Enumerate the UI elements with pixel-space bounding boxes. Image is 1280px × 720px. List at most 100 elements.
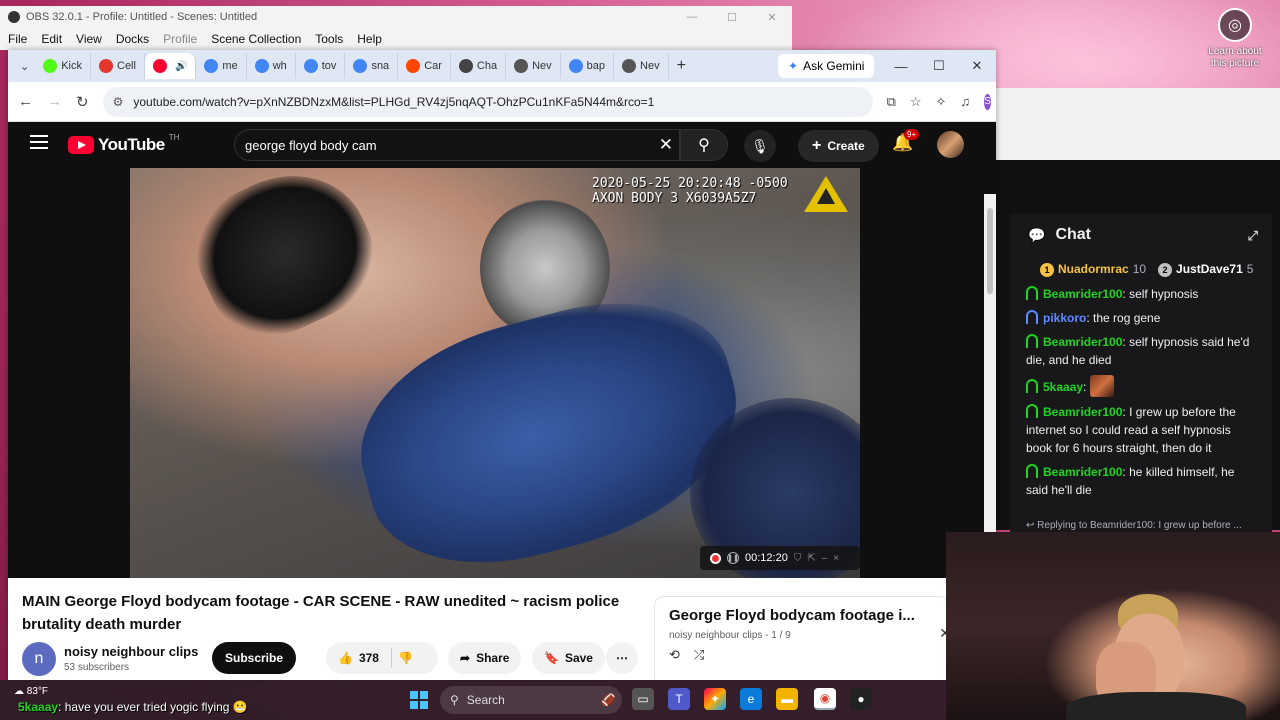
obs-menu-view[interactable]: View — [76, 32, 102, 46]
edge-icon[interactable]: e — [740, 688, 762, 710]
search-button[interactable]: ⚲ — [680, 129, 728, 161]
share-label: Share — [476, 651, 510, 665]
youtube-logo[interactable]: YouTube TH — [68, 133, 179, 155]
chrome-icon — [514, 59, 529, 73]
create-button[interactable]: + Create — [798, 130, 879, 162]
obs-menu-file[interactable]: File — [8, 32, 27, 46]
chat-username[interactable]: Beamrider100 — [1043, 287, 1122, 301]
browser-tab[interactable]: Cha — [451, 53, 507, 79]
chrome-close-button[interactable]: ✕ — [958, 50, 996, 82]
notifications-button[interactable]: 🔔 9+ — [892, 129, 920, 153]
back-button[interactable]: ← — [18, 93, 33, 110]
leaderboard-entry[interactable]: 2 JustDave71 5 — [1158, 262, 1253, 277]
chat-leaderboard: 1 Nuadormrac 10 2 JustDave71 5 — [1010, 256, 1272, 282]
subscribe-button[interactable]: Subscribe — [212, 642, 297, 674]
chrome-minimize-button[interactable]: — — [882, 50, 920, 82]
chat-username[interactable]: Beamrider100 — [1043, 335, 1122, 349]
browser-tab[interactable]: 🔊 — [144, 53, 197, 79]
obs-minimize-button[interactable]: — — [672, 11, 712, 24]
profile-avatar[interactable]: S — [984, 93, 991, 110]
browser-tab[interactable]: wh — [247, 53, 296, 79]
obs-menu-edit[interactable]: Edit — [41, 32, 62, 46]
chat-username[interactable]: 5kaaay — [1043, 380, 1083, 394]
chrome-window: ⌄ Kick Cell 🔊 me wh tov sna Car Cha Nev bap Nev + ✦… — [8, 50, 996, 680]
share-button[interactable]: ➦ Share — [448, 642, 522, 674]
obs-menu-help[interactable]: Help — [357, 32, 382, 46]
obs-menu-profile[interactable]: Profile — [163, 32, 197, 46]
teams-icon[interactable]: T — [668, 688, 690, 710]
ask-gemini-label: Ask Gemini — [803, 59, 865, 73]
video-player[interactable]: 2020-05-25 20:20:48 -0500 AXON BODY 3 X6… — [130, 168, 860, 578]
mic-small-icon[interactable]: ⛉ — [794, 553, 802, 564]
close-small-icon[interactable]: × — [833, 553, 839, 564]
account-avatar[interactable] — [937, 131, 964, 158]
obs-menu-scene-collection[interactable]: Scene Collection — [211, 32, 301, 46]
leaderboard-entry[interactable]: 1 Nuadormrac 10 — [1040, 262, 1146, 277]
chat-username[interactable]: pikkoro — [1043, 311, 1086, 325]
start-button[interactable] — [410, 691, 428, 709]
record-stop-icon[interactable] — [710, 552, 721, 564]
browser-tab[interactable]: Kick — [35, 53, 91, 79]
loop-icon[interactable]: ⟲ — [669, 647, 680, 663]
obs-close-button[interactable]: ✕ — [752, 11, 792, 24]
audio-playing-icon[interactable]: 🔊 — [175, 61, 187, 72]
weather-widget[interactable]: ☁ 83°F — [14, 686, 48, 697]
save-button[interactable]: 🔖 Save — [532, 642, 605, 674]
like-count[interactable]: 378 — [359, 651, 379, 665]
browser-tab[interactable]: Cell — [91, 53, 145, 79]
obs-taskbar-icon[interactable]: ● — [850, 688, 872, 710]
task-view-icon[interactable]: ▭ — [632, 688, 654, 710]
voice-search-button[interactable]: 🎙 — [744, 130, 776, 162]
playlist-title[interactable]: George Floyd bodycam footage i... — [669, 607, 929, 624]
google-lens-button[interactable]: ◎ Learn about this picture — [1200, 8, 1270, 78]
channel-avatar[interactable]: n — [22, 642, 56, 676]
obs-menu-docks[interactable]: Docks — [116, 32, 149, 46]
media-controls-icon[interactable]: ♫ — [960, 94, 970, 109]
bookmark-star-icon[interactable]: ☆ — [910, 94, 922, 110]
minimize-small-icon[interactable]: – — [822, 553, 828, 564]
browser-tab[interactable]: sna — [345, 53, 399, 79]
new-tab-button[interactable]: + — [669, 53, 694, 79]
save-label: Save — [564, 651, 593, 665]
taskbar-search[interactable]: ⚲ Search 🏈 — [440, 686, 622, 714]
obs-menu-tools[interactable]: Tools — [315, 32, 343, 46]
copilot-icon[interactable]: ✦ — [704, 688, 726, 710]
site-info-icon[interactable]: ⚙ — [113, 95, 124, 109]
chat-message: Beamrider100: self hypnosis — [1010, 282, 1272, 306]
browser-tab[interactable]: me — [196, 53, 247, 79]
more-actions-button[interactable]: ⋯ — [606, 642, 638, 674]
browser-tab[interactable]: Nev — [614, 53, 669, 79]
like-icon[interactable]: 👍 — [338, 651, 353, 665]
clear-search-icon[interactable]: ✕ — [659, 135, 673, 155]
chrome-taskbar-icon[interactable]: ◉ — [814, 688, 836, 710]
more-icon: ⋯ — [616, 651, 628, 665]
address-bar[interactable]: ⚙ youtube.com/watch?v=pXnNZBDNzxM&list=P… — [102, 86, 873, 117]
pause-icon[interactable]: ❚❚ — [727, 552, 739, 564]
browser-tab[interactable]: tov — [296, 53, 346, 79]
shuffle-icon[interactable]: ⤮ — [694, 647, 704, 663]
hamburger-menu-icon[interactable] — [30, 135, 48, 149]
youtube-header: YouTube TH george floyd body cam ✕ ⚲ 🎙 +… — [8, 122, 996, 168]
browser-tab[interactable]: bap — [561, 53, 615, 79]
browser-tab[interactable]: Car — [398, 53, 451, 79]
share-icon: ➦ — [460, 651, 471, 665]
chat-username[interactable]: Beamrider100 — [1043, 465, 1122, 479]
browser-tab[interactable]: Nev — [506, 53, 561, 79]
channel-name[interactable]: noisy neighbour clips — [64, 644, 198, 659]
chrome-maximize-button[interactable]: ☐ — [920, 50, 958, 82]
ask-gemini-button[interactable]: ✦ Ask Gemini — [778, 54, 875, 78]
chat-message-text: the rog gene — [1093, 311, 1161, 325]
install-app-icon[interactable]: ⧉ — [887, 94, 896, 110]
obs-maximize-button[interactable]: ☐ — [712, 11, 752, 24]
youtube-search-input[interactable]: george floyd body cam ✕ — [234, 129, 680, 161]
tab-search-button[interactable]: ⌄ — [14, 53, 35, 79]
chat-title: Chat — [1055, 226, 1091, 243]
reload-button[interactable]: ↻ — [76, 93, 89, 111]
extensions-icon[interactable]: ✧ — [936, 94, 947, 110]
popout-icon[interactable]: ⇱ — [807, 553, 815, 564]
dislike-icon[interactable]: 👎 — [398, 651, 413, 665]
file-explorer-icon[interactable]: ▬ — [776, 688, 798, 710]
forward-button[interactable]: → — [47, 93, 62, 110]
chat-username[interactable]: Beamrider100 — [1043, 405, 1122, 419]
chat-popout-icon[interactable]: ⤢ — [1248, 228, 1258, 244]
